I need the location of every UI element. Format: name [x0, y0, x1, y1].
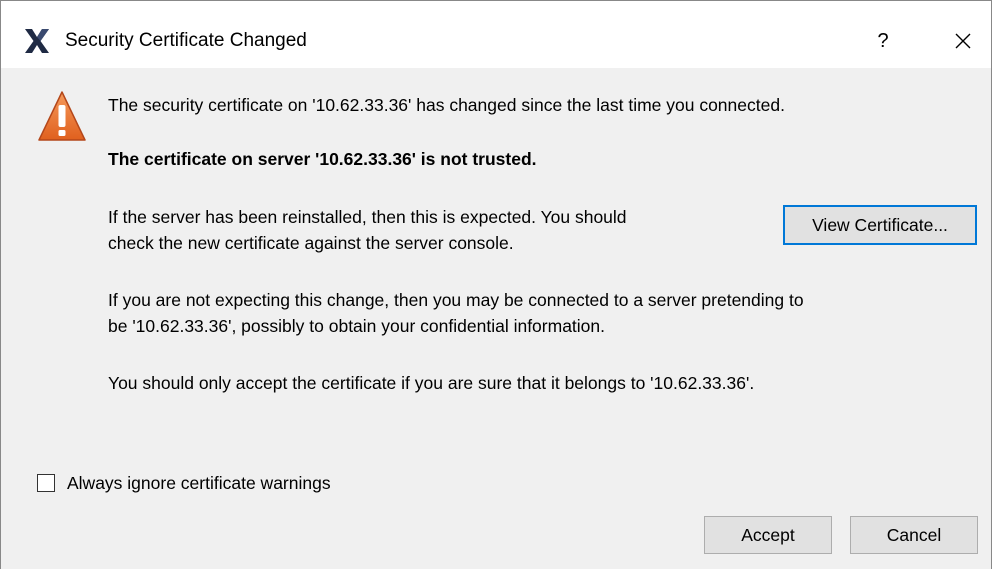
window-title: Security Certificate Changed: [65, 30, 307, 51]
message-accept-advice: You should only accept the certificate i…: [108, 373, 755, 393]
message-pretending-line1: If you are not expecting this change, th…: [108, 290, 804, 310]
accept-button[interactable]: Accept: [704, 516, 832, 554]
close-button[interactable]: [941, 23, 985, 59]
ignore-warnings-checkbox[interactable]: [37, 474, 55, 492]
close-icon: [941, 33, 985, 63]
x-app-icon: [23, 27, 51, 55]
message-reinstalled-line2: check the new certificate against the se…: [108, 233, 514, 253]
message-changed: The security certificate on '10.62.33.36…: [108, 95, 785, 115]
cancel-button[interactable]: Cancel: [850, 516, 978, 554]
security-certificate-dialog: Security Certificate Changed ? The secur…: [0, 0, 992, 569]
warning-icon: [37, 89, 87, 145]
title-bar[interactable]: Security Certificate Changed ?: [1, 1, 991, 68]
help-button[interactable]: ?: [861, 23, 905, 59]
view-certificate-button[interactable]: View Certificate...: [783, 205, 977, 245]
message-not-trusted: The certificate on server '10.62.33.36' …: [108, 149, 537, 169]
ignore-warnings-label[interactable]: Always ignore certificate warnings: [67, 470, 331, 496]
message-pretending-line2: be '10.62.33.36', possibly to obtain you…: [108, 316, 605, 336]
message-reinstalled-line1: If the server has been reinstalled, then…: [108, 207, 627, 227]
